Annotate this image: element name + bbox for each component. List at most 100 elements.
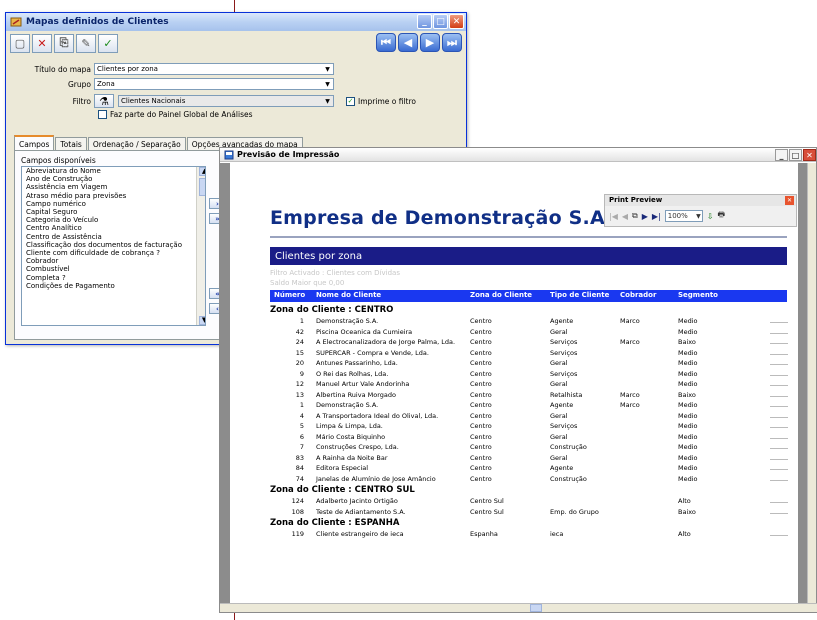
list-item[interactable]: Cobrador <box>24 257 205 265</box>
chevron-down-icon[interactable]: ▼ <box>696 211 701 222</box>
table-row: 24 A Electrocanalizadora de Jorge Palma, … <box>270 337 798 347</box>
table-cell: Centro <box>470 327 492 336</box>
column-header: Número Nome do Cliente Zona do Cliente T… <box>270 290 787 302</box>
print-icon[interactable]: 🖶 <box>717 209 725 223</box>
row-divider <box>770 395 788 397</box>
new-icon[interactable]: ▢ <box>10 33 30 53</box>
close-icon[interactable]: ✕ <box>785 196 794 205</box>
titulo-combo[interactable]: Clientes por zona ▼ <box>94 63 334 75</box>
list-item[interactable]: Atraso médio para previsões <box>24 192 205 200</box>
company-name: Empresa de Demonstração S.A. <box>270 207 613 229</box>
table-cell: Centro Sul <box>470 507 504 516</box>
table-cell: Marco <box>620 390 640 399</box>
table-cell: Medio <box>678 453 698 462</box>
table-cell: 124 <box>291 497 304 505</box>
list-item[interactable]: Abreviatura do Nome <box>24 167 205 175</box>
list-item[interactable]: Cliente com dificuldade de cobrança ? <box>24 249 205 257</box>
list-item[interactable]: Classificação dos documentos de facturaç… <box>24 241 205 249</box>
col-tipo: Tipo de Cliente <box>550 291 610 299</box>
preview-vscroll[interactable] <box>807 163 816 605</box>
prev-record-icon[interactable]: ◀ <box>398 33 418 52</box>
table-cell: Marco <box>620 338 640 346</box>
table-cell: Limpa & Limpa, Lda. <box>316 422 383 430</box>
table-cell: O Rei das Rolhas, Lda. <box>316 369 389 378</box>
table-row: 20 Antunes Passarinho, Lda. Centro Geral Med… <box>270 358 798 368</box>
list-item[interactable]: Combustível <box>24 265 205 273</box>
first-page-icon[interactable]: |◀ <box>609 212 618 221</box>
campos-listbox[interactable]: Abreviatura do Nome Ano de Construção Assi… <box>21 166 206 326</box>
next-record-icon[interactable]: ▶ <box>420 33 440 52</box>
list-item[interactable]: Completa ? <box>24 274 205 282</box>
report-page: Empresa de Demonstração S.A. Clientes po… <box>230 163 798 605</box>
tab-campos[interactable]: Campos <box>14 135 55 151</box>
table-cell: 4 <box>299 411 304 420</box>
chevron-down-icon[interactable]: ▼ <box>323 97 332 106</box>
chevron-down-icon[interactable]: ▼ <box>323 65 332 74</box>
print-preview-toolbar: Print Preview ✕ |◀ ◀ ⧉ ▶ ▶| 100% ▼ ⇩ 🖶 <box>604 194 797 227</box>
table-cell: 74 <box>295 474 304 483</box>
list-item[interactable]: Centro de Assistência <box>24 233 205 241</box>
group-header: Zona do Cliente : ESPANHA <box>270 518 400 528</box>
painel-global-checkbox[interactable] <box>98 110 107 119</box>
pages-icon[interactable]: ⧉ <box>632 211 638 221</box>
chevron-down-icon[interactable]: ▼ <box>323 80 332 89</box>
row-divider <box>770 374 788 376</box>
tab-ordenacao[interactable]: Ordenação / Separação <box>87 137 186 151</box>
print-preview-label: Print Preview <box>609 196 663 204</box>
grupo-combo[interactable]: Zona ▼ <box>94 78 334 90</box>
hscroll-thumb[interactable] <box>530 604 542 612</box>
table-cell: Serviços <box>550 369 578 378</box>
execute-icon[interactable]: ✓ <box>98 33 118 53</box>
scroll-up-icon[interactable]: ▲ <box>199 167 205 176</box>
edit-icon[interactable]: ✎ <box>76 33 96 53</box>
table-cell: Medio <box>678 327 698 336</box>
row-divider <box>770 353 788 355</box>
delete-icon[interactable]: ✕ <box>32 33 52 53</box>
table-row: 124 Adalberto Jacinto Ortigão Centro Sul Al… <box>270 496 798 506</box>
list-item[interactable]: Ano de Construção <box>24 175 205 183</box>
prev-page-icon[interactable]: ◀ <box>622 212 628 221</box>
scroll-down-icon[interactable]: ▼ <box>199 316 205 325</box>
campos-scrollbar[interactable]: ▲ ▼ <box>196 167 205 325</box>
next-page-icon[interactable]: ▶ <box>642 212 648 221</box>
list-item[interactable]: Condições de Pagamento <box>24 282 205 290</box>
table-cell: Medio <box>678 432 698 441</box>
list-item[interactable]: Assistência em Viagem <box>24 183 205 191</box>
title-divider <box>270 236 787 238</box>
table-cell: 15 <box>295 348 304 357</box>
filtro-combo[interactable]: Clientes Nacionais ▼ <box>118 95 334 107</box>
minimize-button[interactable]: _ <box>417 14 432 29</box>
filter-icon[interactable]: ⚗ <box>94 94 114 108</box>
table-cell: Medio <box>678 401 698 409</box>
first-record-icon[interactable]: ⏮ <box>376 33 396 52</box>
last-record-icon[interactable]: ⏭ <box>442 33 462 52</box>
mapas-titlebar[interactable]: Mapas definidos de Clientes _ □ ✕ <box>6 13 466 31</box>
list-item[interactable]: Centro Analítico <box>24 224 205 232</box>
list-item[interactable]: Capital Seguro <box>24 208 205 216</box>
list-item[interactable]: Campo numérico <box>24 200 205 208</box>
list-item[interactable]: Categoria do Veículo <box>24 216 205 224</box>
maximize-button[interactable]: □ <box>789 149 802 161</box>
close-button[interactable]: ✕ <box>803 149 816 161</box>
tab-totais[interactable]: Totais <box>55 137 87 151</box>
minimize-button[interactable]: _ <box>775 149 788 161</box>
maximize-button[interactable]: □ <box>433 14 448 29</box>
zoom-select[interactable]: 100% ▼ <box>664 210 703 222</box>
close-button[interactable]: ✕ <box>449 14 464 29</box>
imprime-filtro-checkbox[interactable]: ✓ <box>346 96 355 106</box>
last-page-icon[interactable]: ▶| <box>652 212 661 221</box>
preview-window: Previsão de Impressão _ □ ✕ Empresa de D… <box>219 147 817 613</box>
table-cell: Marco <box>620 317 640 325</box>
table-cell: SUPERCAR - Compra e Vende, Lda. <box>316 348 429 357</box>
table-cell: Medio <box>678 474 698 483</box>
export-icon[interactable]: ⇩ <box>707 212 714 221</box>
scroll-thumb[interactable] <box>199 178 205 196</box>
table-cell: Geral <box>550 453 568 462</box>
print-preview-title[interactable]: Print Preview ✕ <box>605 195 796 206</box>
painel-row: Faz parte do Painel Global de Análises <box>98 110 253 119</box>
copy-icon[interactable]: ⎘ <box>54 33 74 53</box>
filter-line: Filtro Activado : Clientes com Dívidas <box>270 269 400 277</box>
table-cell: Geral <box>550 380 568 388</box>
preview-titlebar[interactable]: Previsão de Impressão _ □ ✕ <box>220 148 816 162</box>
preview-hscroll[interactable] <box>220 603 817 612</box>
